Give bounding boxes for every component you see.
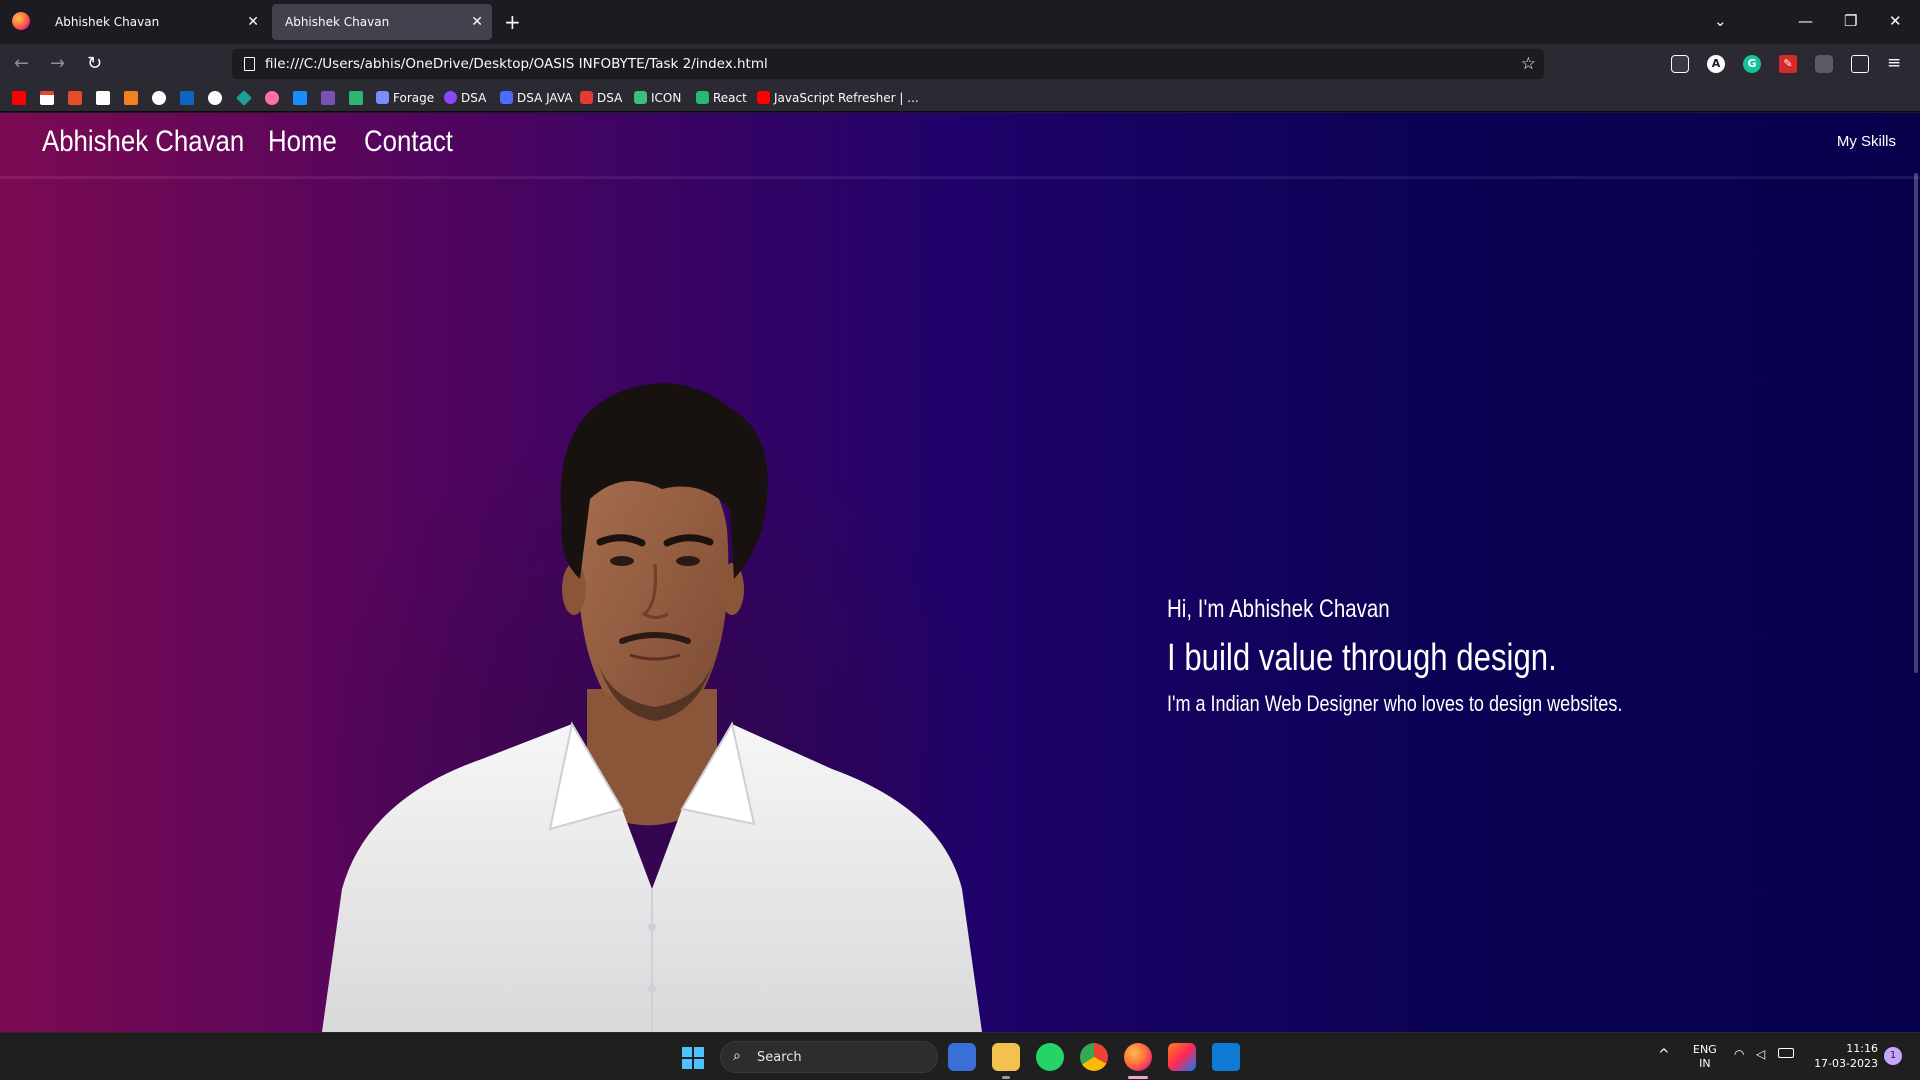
- windows-taskbar: ⌕ Search ^ ENG IN ◠ ◁ 11:16 17-03-2023 1: [0, 1032, 1920, 1080]
- info-bookmark-icon[interactable]: [152, 91, 166, 105]
- pocket-icon[interactable]: [1671, 55, 1689, 73]
- github-bookmark-icon[interactable]: [208, 91, 222, 105]
- reload-button[interactable]: ↻: [87, 52, 102, 76]
- brand-link[interactable]: Abhishek Chavan: [42, 117, 244, 167]
- bookmark-icon[interactable]: [68, 91, 82, 105]
- search-icon: ⌕: [733, 1048, 741, 1064]
- app-running-indicator: [1002, 1076, 1010, 1079]
- vscode-icon[interactable]: [1212, 1043, 1240, 1071]
- bootstrap-bookmark-icon[interactable]: [321, 91, 335, 105]
- windows-start-icon[interactable]: [682, 1047, 704, 1069]
- tab-title: Abhishek Chavan: [55, 15, 160, 29]
- list-all-tabs-icon[interactable]: ⌄: [1714, 10, 1727, 32]
- bookmark-icon[interactable]: [349, 91, 363, 105]
- minimize-button[interactable]: —: [1798, 10, 1813, 32]
- shield-icon[interactable]: [1815, 55, 1833, 73]
- battery-icon[interactable]: [1778, 1048, 1794, 1058]
- bookmark-forage[interactable]: Forage: [376, 90, 434, 106]
- firefox-logo-icon[interactable]: [12, 12, 30, 30]
- page-content: Abhishek Chavan Home Contact My Skills H…: [0, 113, 1920, 1032]
- url-bar[interactable]: file:///C:/Users/abhis/OneDrive/Desktop/…: [232, 49, 1544, 79]
- menu-hamburger-icon[interactable]: ≡: [1887, 51, 1901, 75]
- clock[interactable]: 11:16 17-03-2023: [1808, 1041, 1878, 1071]
- extension-red-icon[interactable]: ✎: [1779, 55, 1797, 73]
- close-tab-icon[interactable]: ✕: [247, 4, 259, 40]
- back-button[interactable]: ←: [14, 52, 29, 76]
- bookmark-dsa-java[interactable]: DSA JAVA: [500, 90, 573, 106]
- stackoverflow-bookmark-icon[interactable]: [124, 91, 138, 105]
- bookmark-star-icon[interactable]: ☆: [1521, 53, 1536, 75]
- grid-bookmark-icon[interactable]: [96, 91, 110, 105]
- bookmark-icon[interactable]: [293, 91, 307, 105]
- tab-title: Abhishek Chavan: [285, 15, 390, 29]
- whatsapp-icon[interactable]: [1036, 1043, 1064, 1071]
- navigation-toolbar: ← → ↻ file:///C:/Users/abhis/OneDrive/De…: [0, 44, 1920, 84]
- taskbar-search[interactable]: ⌕ Search: [720, 1041, 938, 1073]
- chrome-icon[interactable]: [1080, 1043, 1108, 1071]
- firefox-icon[interactable]: [1124, 1043, 1152, 1071]
- profile-photo: [322, 383, 982, 1032]
- linkedin-bookmark-icon[interactable]: [180, 91, 194, 105]
- bookmark-react[interactable]: React: [696, 90, 747, 106]
- bookmark-icon[interactable]: [265, 91, 279, 105]
- wifi-icon[interactable]: ◠: [1734, 1047, 1744, 1061]
- nav-contact-link[interactable]: Contact: [364, 117, 453, 167]
- nav-home-link[interactable]: Home: [268, 117, 337, 167]
- gmail-bookmark-icon[interactable]: [40, 91, 54, 105]
- page-icon: [244, 57, 255, 71]
- notification-badge[interactable]: 1: [1884, 1047, 1902, 1065]
- bookmark-icon-link[interactable]: ICON: [634, 90, 681, 106]
- file-explorer-icon[interactable]: [992, 1043, 1020, 1071]
- my-skills-link[interactable]: My Skills: [1837, 131, 1896, 153]
- grammarly-icon[interactable]: G: [1743, 55, 1761, 73]
- hero-subtitle: I'm a Indian Web Designer who loves to d…: [1167, 691, 1623, 716]
- browser-tab[interactable]: Abhishek Chavan ✕: [42, 4, 268, 40]
- microsoft-store-icon[interactable]: [948, 1043, 976, 1071]
- close-tab-icon[interactable]: ✕: [471, 4, 483, 40]
- gem-icon: [376, 91, 389, 104]
- extensions-puzzle-icon[interactable]: [1851, 55, 1869, 73]
- dsa-icon: [444, 91, 457, 104]
- dsa-icon: [580, 91, 593, 104]
- page-scrollbar[interactable]: [1914, 173, 1918, 673]
- diamond-bookmark-icon[interactable]: [236, 90, 252, 106]
- forward-button[interactable]: →: [50, 52, 65, 76]
- hero-tagline: I build value through design.: [1167, 637, 1557, 679]
- react-bookmark-icon: [696, 91, 709, 104]
- extension-a-icon[interactable]: A: [1707, 55, 1725, 73]
- dsa-java-icon: [500, 91, 513, 104]
- youtube-icon: [757, 91, 770, 104]
- hero-greeting: Hi, I'm Abhishek Chavan: [1167, 595, 1390, 623]
- bookmark-javascript-refresher[interactable]: JavaScript Refresher | ...: [757, 90, 919, 106]
- bookmark-dsa[interactable]: DSA: [444, 90, 486, 106]
- new-tab-button[interactable]: +: [504, 10, 521, 34]
- intellij-icon[interactable]: [1168, 1043, 1196, 1071]
- bookmark-dsa-2[interactable]: DSA: [580, 90, 622, 106]
- tab-strip: Abhishek Chavan ✕ Abhishek Chavan ✕ + ⌄ …: [0, 0, 1920, 44]
- site-header: Abhishek Chavan Home Contact My Skills: [0, 113, 1920, 179]
- youtube-bookmark-icon[interactable]: [12, 91, 26, 105]
- url-text[interactable]: file:///C:/Users/abhis/OneDrive/Desktop/…: [265, 49, 768, 79]
- browser-tab-active[interactable]: Abhishek Chavan ✕: [272, 4, 492, 40]
- restore-button[interactable]: ❐: [1844, 10, 1857, 32]
- search-label: Search: [757, 1050, 802, 1065]
- vue-icon: [634, 91, 647, 104]
- app-active-indicator: [1128, 1076, 1148, 1079]
- bookmarks-toolbar: Forage DSA DSA JAVA DSA ICON React JavaS…: [0, 84, 1920, 112]
- volume-icon[interactable]: ◁: [1756, 1047, 1765, 1061]
- language-indicator[interactable]: ENG IN: [1693, 1043, 1717, 1071]
- close-window-button[interactable]: ✕: [1889, 10, 1902, 32]
- show-hidden-icons-icon[interactable]: ^: [1658, 1047, 1670, 1063]
